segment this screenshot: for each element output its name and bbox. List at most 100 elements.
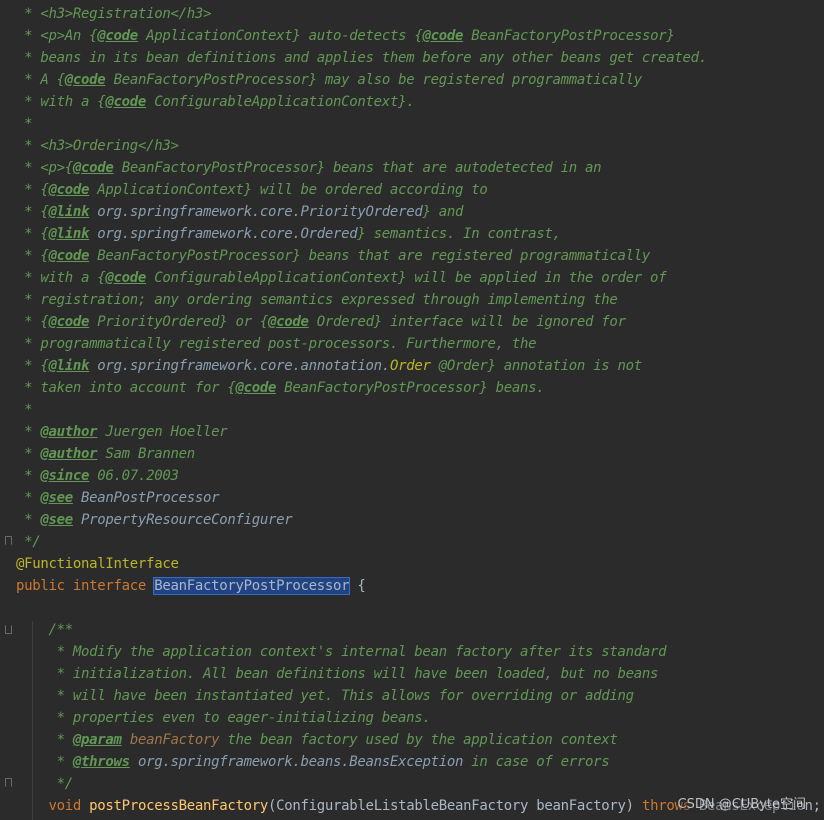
code-line[interactable]: */ [16, 531, 824, 553]
code-line[interactable]: * {@code BeanFactoryPostProcessor} beans… [16, 245, 824, 267]
code-line[interactable]: * {@link org.springframework.core.Priori… [16, 201, 824, 223]
code-token: BeanFactoryPostProcessor} [463, 28, 675, 44]
code-line[interactable]: * <p>An {@code ApplicationContext} auto-… [16, 25, 824, 47]
code-token: An { [64, 28, 98, 44]
code-token: org.springframework.beans.BeansException [129, 754, 464, 770]
code-token: Registration [72, 6, 171, 22]
code-line[interactable]: * @see BeanPostProcessor [16, 487, 824, 509]
code-token: { [349, 578, 366, 594]
code-token: </h3> [137, 138, 179, 154]
code-token: { [64, 160, 73, 176]
code-line[interactable]: public interface BeanFactoryPostProcesso… [16, 575, 824, 597]
code-line[interactable]: * programmatically registered post-proce… [16, 333, 824, 355]
code-line[interactable]: @FunctionalInterface [16, 553, 824, 575]
code-line[interactable]: * {@code PriorityOrdered} or {@code Orde… [16, 311, 824, 333]
code-token: org.springframework.core.annotation. [89, 358, 390, 374]
code-line[interactable] [16, 597, 824, 619]
fold-marker-icon[interactable] [5, 778, 12, 787]
code-token: <h3> [40, 138, 73, 154]
code-token: @code [48, 182, 90, 198]
code-line[interactable]: * [16, 113, 824, 135]
code-token: postProcessBeanFactory [89, 798, 269, 814]
code-line[interactable]: */ [16, 773, 824, 795]
code-line[interactable]: * {@code ApplicationContext} will be ord… [16, 179, 824, 201]
code-line[interactable]: * properties even to eager-initializing … [16, 707, 824, 729]
code-token: BeanFactoryPostProcessor} beans. [276, 380, 545, 396]
code-token: * [16, 424, 41, 440]
code-line[interactable]: * @since 06.07.2003 [16, 465, 824, 487]
code-token: * [16, 732, 73, 748]
code-token: * [16, 446, 41, 462]
code-token: ConfigurableApplicationContext} will be … [146, 270, 667, 286]
code-line[interactable]: * registration; any ordering semantics e… [16, 289, 824, 311]
code-token: the bean factory used by the application… [219, 732, 618, 748]
code-line[interactable]: * A {@code BeanFactoryPostProcessor} may… [16, 69, 824, 91]
code-token: } semantics. In contrast, [357, 226, 561, 242]
code-token: (ConfigurableListableBeanFactory beanFac… [268, 798, 642, 814]
code-token: */ [16, 534, 41, 550]
code-token: @since [40, 468, 90, 484]
code-line[interactable]: * {@link org.springframework.core.Ordere… [16, 223, 824, 245]
code-token: @author [40, 446, 98, 462]
code-token: * [16, 402, 33, 418]
code-token: </h3> [170, 6, 212, 22]
code-token: ApplicationContext} auto-detects { [137, 28, 423, 44]
code-token: * { [16, 204, 49, 220]
code-token: void [16, 798, 90, 814]
code-token: */ [16, 776, 74, 792]
code-token: * { [16, 248, 49, 264]
code-token: * [16, 6, 41, 22]
code-token: * with a { [16, 270, 106, 286]
fold-marker-icon[interactable] [5, 536, 12, 545]
code-token: * registration; any ordering semantics e… [16, 292, 618, 308]
code-line[interactable]: * {@link org.springframework.core.annota… [16, 355, 824, 377]
fold-marker-icon[interactable] [5, 625, 12, 634]
editor-tab-strip-edge [0, 0, 824, 2]
code-token: @link [48, 358, 90, 374]
code-token: @Order} annotation is not [430, 358, 643, 374]
code-line[interactable]: * [16, 399, 824, 421]
code-line[interactable]: * initialization. All bean definitions w… [16, 663, 824, 685]
code-token: * programmatically registered post-proce… [16, 336, 537, 352]
code-line[interactable]: * <h3>Registration</h3> [16, 3, 824, 25]
code-token: * with a { [16, 94, 106, 110]
code-line[interactable]: * @throws org.springframework.beans.Bean… [16, 751, 824, 773]
code-line[interactable]: * @see PropertyResourceConfigurer [16, 509, 824, 531]
code-line[interactable]: * @param beanFactory the bean factory us… [16, 729, 824, 751]
code-token: * A { [16, 72, 65, 88]
code-token: * taken into account for { [16, 380, 236, 396]
code-line[interactable]: * @author Sam Brannen [16, 443, 824, 465]
code-token: BeanFactoryPostProcessor} may also be re… [105, 72, 643, 88]
code-token: * Modify the application context's inter… [16, 644, 667, 660]
code-line[interactable]: * @author Juergen Hoeller [16, 421, 824, 443]
code-token: org.springframework.core.PriorityOrdered [89, 204, 423, 220]
code-line[interactable]: * will have been instantiated yet. This … [16, 685, 824, 707]
code-token: Ordering [72, 138, 138, 154]
code-token: @see [40, 512, 73, 528]
watermark: CSDN @CUByte空间 [677, 793, 806, 812]
code-token: * { [16, 182, 49, 198]
code-token: org.springframework.core.Ordered [89, 226, 358, 242]
code-token: BeanFactoryPostProcessor} beans that are… [89, 248, 651, 264]
code-token: * { [16, 314, 49, 330]
code-editor[interactable]: * <h3>Registration</h3> * <p>An {@code A… [0, 0, 824, 820]
code-token: public interface [16, 578, 155, 594]
code-token: * [16, 490, 41, 506]
code-token: <h3> [40, 6, 73, 22]
code-token: @author [40, 424, 98, 440]
code-line[interactable]: * taken into account for {@code BeanFact… [16, 377, 824, 399]
code-line[interactable]: * Modify the application context's inter… [16, 641, 824, 663]
code-token: @param [72, 732, 122, 748]
code-token: * properties even to eager-initializing … [16, 710, 431, 726]
code-line[interactable]: * with a {@code ConfigurableApplicationC… [16, 267, 824, 289]
code-token: BeanPostProcessor [72, 490, 220, 506]
selected-identifier: BeanFactoryPostProcessor [153, 577, 351, 595]
code-line[interactable]: * beans in its bean definitions and appl… [16, 47, 824, 69]
code-line[interactable]: /** [16, 619, 824, 641]
code-line[interactable]: * <p>{@code BeanFactoryPostProcessor} be… [16, 157, 824, 179]
code-token: @throws [72, 754, 130, 770]
code-token: BeanFactoryPostProcessor} beans that are… [113, 160, 602, 176]
code-line[interactable]: * with a {@code ConfigurableApplicationC… [16, 91, 824, 113]
editor-gutter [0, 0, 16, 820]
code-line[interactable]: * <h3>Ordering</h3> [16, 135, 824, 157]
